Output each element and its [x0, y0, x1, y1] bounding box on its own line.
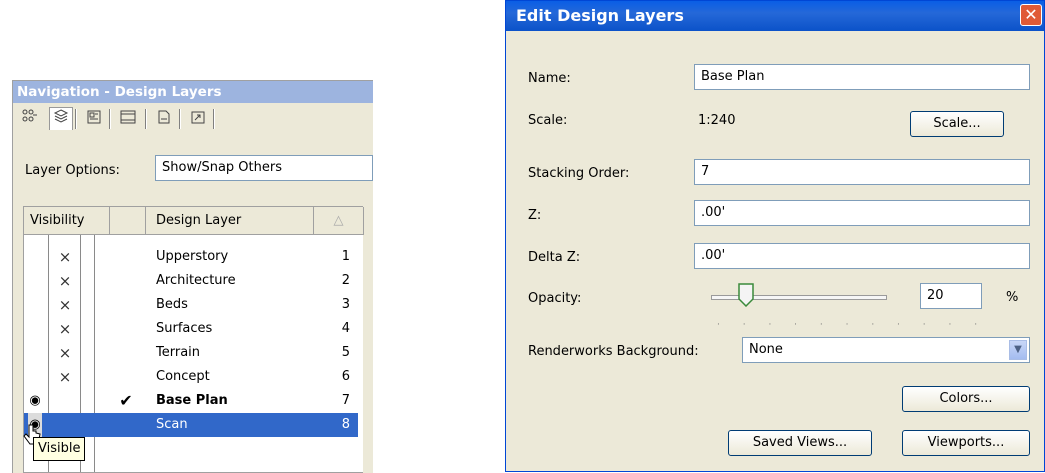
- layer-options-select[interactable]: Show/Snap Others: [155, 155, 373, 181]
- layer-name: Upperstory: [156, 249, 229, 264]
- classes-icon[interactable]: [19, 109, 41, 129]
- layer-stacking-number: 8: [341, 417, 350, 432]
- renderworks-background-label: Renderworks Background:: [528, 344, 699, 359]
- opacity-slider-ticks: · · · · · · · · · · ·: [717, 320, 988, 330]
- z-field[interactable]: .00': [694, 200, 1030, 226]
- invisible-icon[interactable]: ×: [58, 245, 72, 269]
- layer-stacking-number: 1: [341, 249, 350, 264]
- references-icon[interactable]: [187, 109, 209, 129]
- palette-toolbar: [13, 105, 373, 133]
- colors-button[interactable]: Colors...: [902, 386, 1030, 412]
- renderworks-background-select[interactable]: None ▼: [742, 337, 1030, 363]
- visible-eye-icon[interactable]: ◉: [28, 389, 42, 413]
- saved-views-icon[interactable]: [153, 109, 175, 129]
- viewports-button[interactable]: Viewports...: [902, 430, 1030, 456]
- layer-row[interactable]: × Beds 3: [24, 293, 358, 317]
- toolbar-divider: [213, 109, 215, 129]
- layer-row[interactable]: × Surfaces 4: [24, 317, 358, 341]
- active-layer-check-icon: ✔: [119, 391, 133, 410]
- renderworks-background-value: None: [749, 342, 783, 357]
- layer-row[interactable]: × Terrain 5: [24, 341, 358, 365]
- visibility-column-header[interactable]: Visibility: [24, 207, 110, 235]
- scale-label: Scale:: [528, 113, 568, 128]
- layer-stacking-number: 2: [341, 273, 350, 288]
- layer-stacking-number: 5: [341, 345, 350, 360]
- layer-row[interactable]: × Concept 6: [24, 365, 358, 389]
- toolbar-divider: [75, 109, 77, 129]
- layer-options-label: Layer Options:: [25, 163, 120, 178]
- layer-stacking-number: 4: [341, 321, 350, 336]
- layer-row-active[interactable]: ◉ ✔ Base Plan 7: [24, 389, 358, 413]
- invisible-icon[interactable]: ×: [58, 341, 72, 365]
- layer-row[interactable]: × Architecture 2: [24, 269, 358, 293]
- invisible-icon[interactable]: ×: [58, 293, 72, 317]
- layer-name: Base Plan: [156, 393, 228, 408]
- stacking-order-label: Stacking Order:: [528, 166, 630, 181]
- active-column-header[interactable]: [110, 207, 146, 235]
- toolbar-divider: [179, 109, 181, 129]
- invisible-icon[interactable]: ×: [58, 269, 72, 293]
- layers-list: Visibility Design Layer △ × Upperstory 1…: [23, 206, 364, 473]
- layers-icon[interactable]: [49, 107, 73, 130]
- layer-stacking-number: 7: [341, 393, 350, 408]
- layer-name: Surfaces: [156, 321, 213, 336]
- stacking-order-field[interactable]: 7: [694, 159, 1030, 185]
- opacity-slider-thumb[interactable]: [738, 283, 754, 307]
- layer-stacking-number: 6: [341, 369, 350, 384]
- scale-value: 1:240: [698, 113, 736, 128]
- layer-name: Scan: [156, 417, 188, 432]
- saved-views-button[interactable]: Saved Views...: [728, 430, 872, 456]
- design-layer-column-header[interactable]: Design Layer: [146, 207, 314, 235]
- palette-title: Navigation - Design Layers: [13, 81, 373, 103]
- name-label: Name:: [528, 71, 571, 86]
- edit-design-layers-dialog: Edit Design Layers ✕ Name: Base Plan Sca…: [505, 0, 1045, 472]
- visible-tooltip: Visible: [33, 437, 86, 461]
- dialog-title: Edit Design Layers: [506, 1, 1044, 31]
- invisible-icon[interactable]: ×: [58, 365, 72, 389]
- opacity-field[interactable]: 20: [920, 283, 982, 309]
- layer-name: Architecture: [156, 273, 236, 288]
- name-field[interactable]: Base Plan: [694, 64, 1030, 90]
- opacity-unit: %: [1006, 290, 1019, 305]
- layer-row[interactable]: × Upperstory 1: [24, 245, 358, 269]
- toolbar-divider: [145, 109, 147, 129]
- layer-name: Concept: [156, 369, 210, 384]
- close-button[interactable]: ✕: [1020, 4, 1042, 26]
- z-label: Z:: [528, 208, 542, 223]
- layer-name: Terrain: [156, 345, 201, 360]
- scale-button[interactable]: Scale...: [910, 111, 1004, 137]
- delta-z-field[interactable]: .00': [694, 243, 1030, 269]
- toolbar-divider: [109, 109, 111, 129]
- viewports-icon[interactable]: [117, 109, 139, 129]
- delta-z-label: Delta Z:: [528, 250, 581, 265]
- chevron-down-icon[interactable]: ▼: [1009, 340, 1027, 360]
- layer-row-selected[interactable]: ◉ Scan 8: [24, 413, 358, 437]
- sort-column-header[interactable]: △: [314, 207, 364, 235]
- navigation-palette: Navigation - Design Layers Layer Options…: [12, 80, 373, 473]
- sheet-layers-icon[interactable]: [83, 109, 105, 129]
- invisible-icon[interactable]: ×: [58, 317, 72, 341]
- opacity-label: Opacity:: [528, 291, 582, 306]
- layer-stacking-number: 3: [341, 297, 350, 312]
- layer-name: Beds: [156, 297, 188, 312]
